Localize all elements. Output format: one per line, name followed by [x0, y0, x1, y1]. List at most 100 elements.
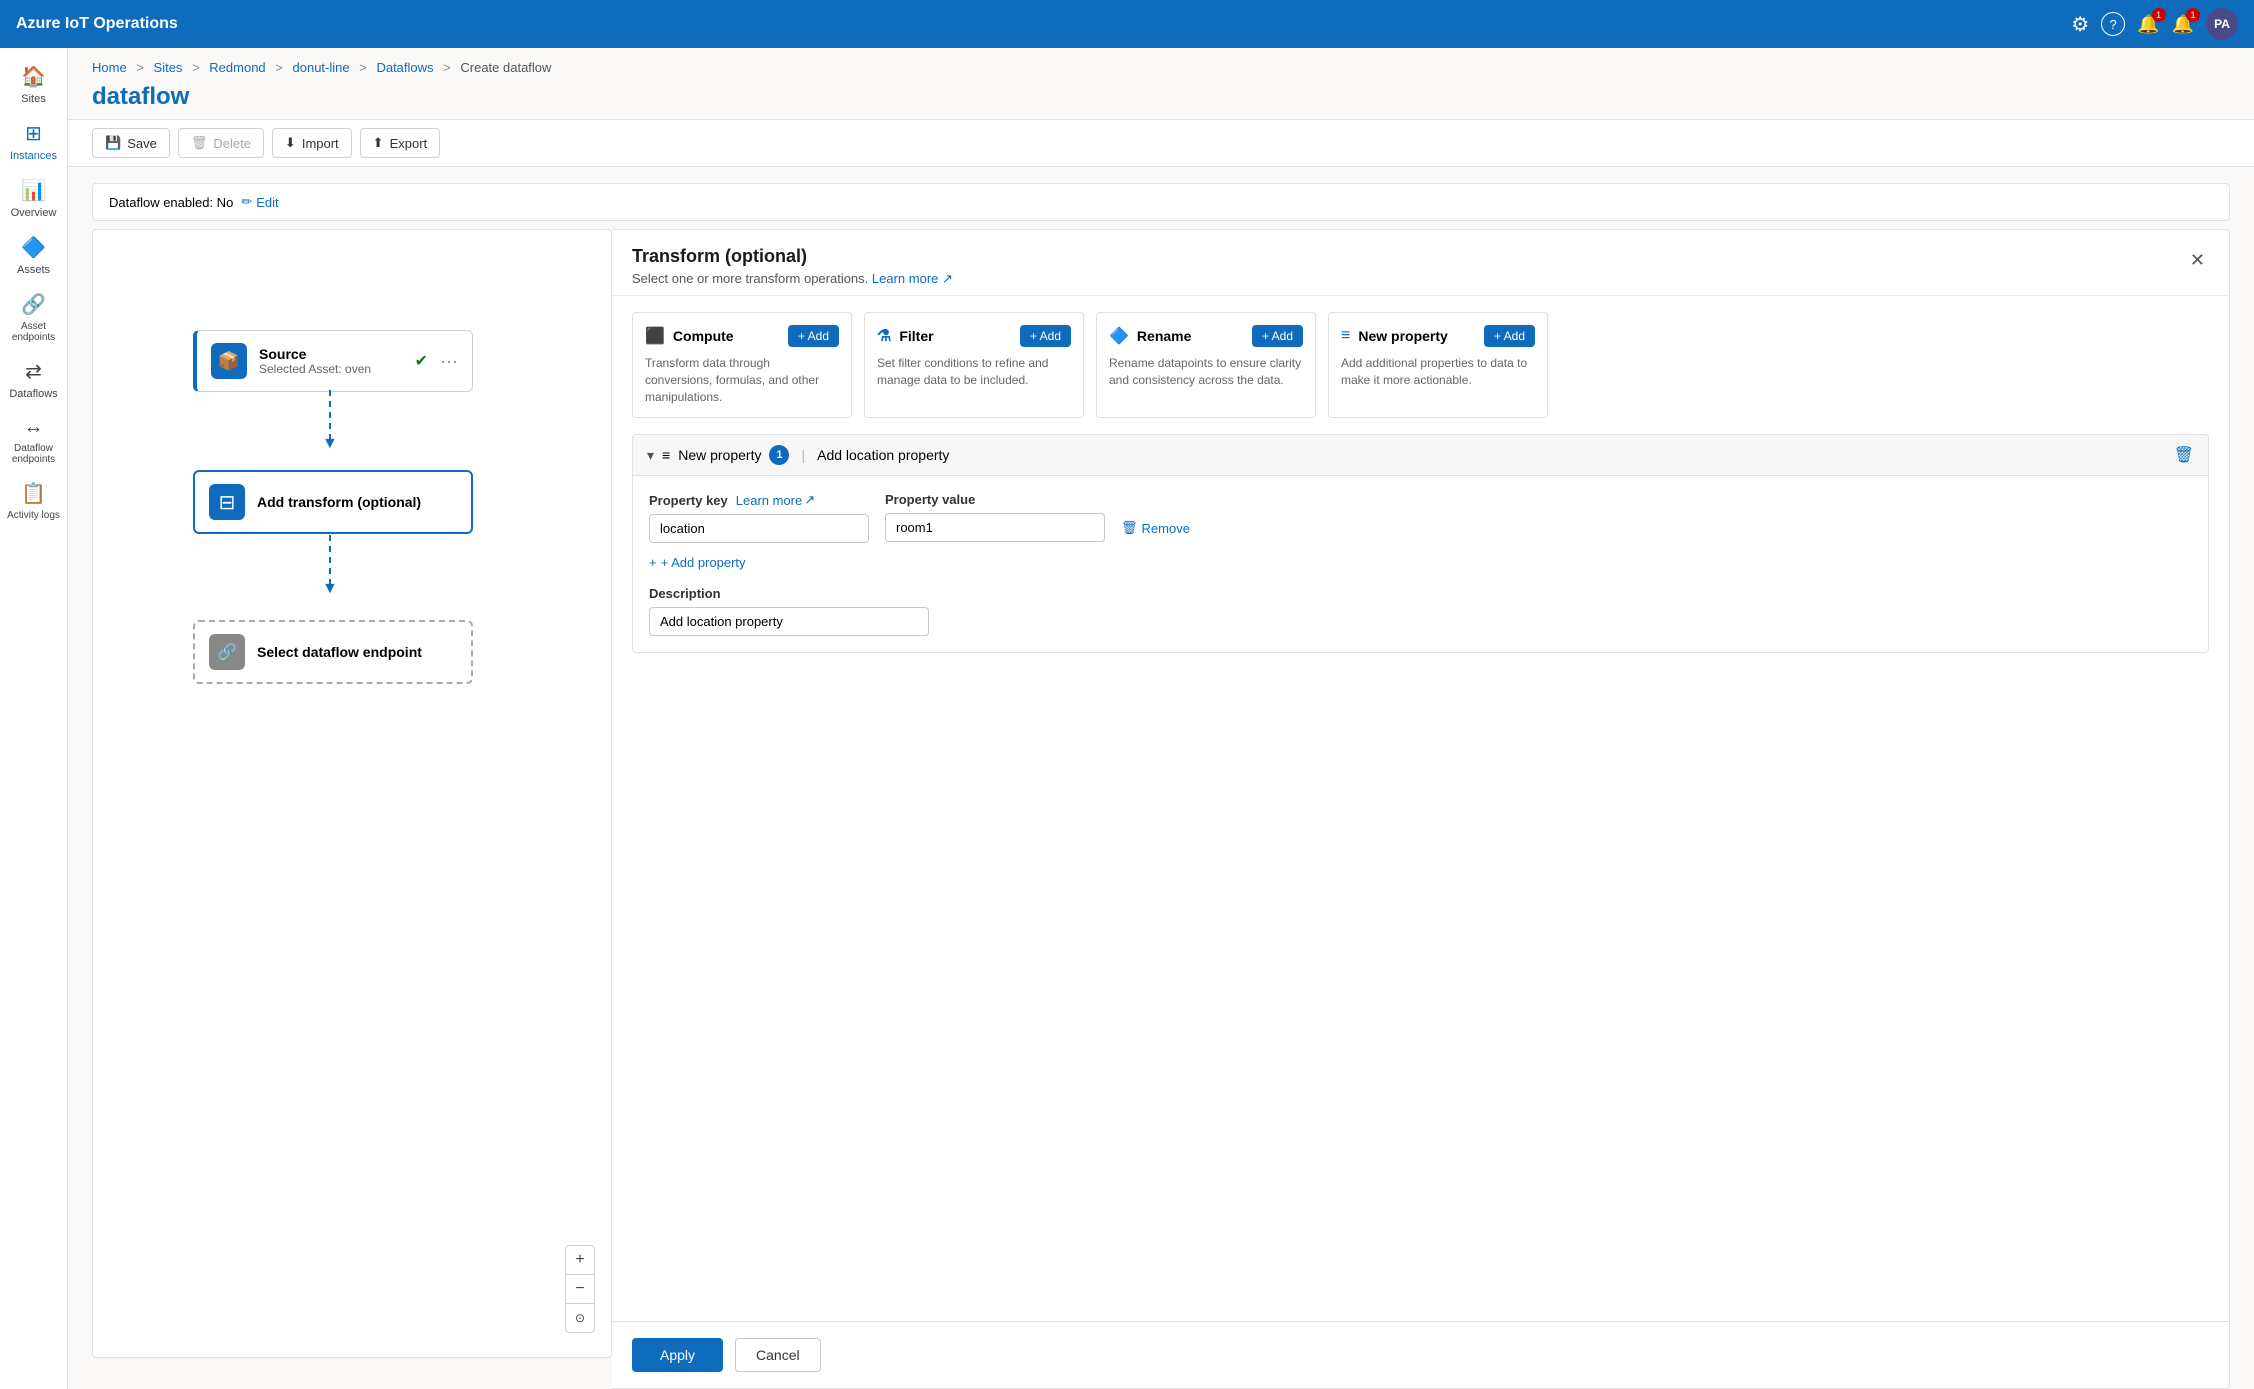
sidebar-item-activity-logs[interactable]: 📋 Activity logs [0, 473, 67, 529]
notifications-icon[interactable]: 🔔 1 [2137, 14, 2159, 35]
source-node[interactable]: 📦 Source Selected Asset: oven ✔ ··· [193, 330, 473, 392]
property-key-input[interactable] [649, 514, 869, 543]
new-property-card: ≡ New property + Add Add additional prop… [1328, 312, 1548, 418]
source-node-menu[interactable]: ··· [440, 351, 458, 372]
transform-node-icon: ⊟ [209, 484, 245, 520]
panel-subtitle: Select one or more transform operations.… [632, 271, 953, 287]
breadcrumb-redmond[interactable]: Redmond [209, 60, 265, 75]
rename-card: 🔷 Rename + Add Rename datapoints to ensu… [1096, 312, 1316, 418]
new-property-icon: ≡ [1341, 327, 1350, 345]
source-node-icon: 📦 [211, 343, 247, 379]
sidebar-item-dataflow-endpoints[interactable]: ↔ Dataflow endpoints [0, 408, 67, 473]
breadcrumb-donut-line[interactable]: donut-line [293, 60, 350, 75]
section-delete-button[interactable]: 🗑 [2174, 445, 2194, 465]
transform-node-title: Add transform (optional) [257, 494, 457, 510]
breadcrumb-sites[interactable]: Sites [154, 60, 183, 75]
apply-button[interactable]: Apply [632, 1338, 723, 1372]
endpoint-node-title: Select dataflow endpoint [257, 644, 457, 660]
export-icon: ⬆ [373, 135, 384, 151]
panel-body: ⬛ Compute + Add Transform data through c… [612, 296, 2229, 1321]
filter-desc: Set filter conditions to refine and mana… [877, 355, 1071, 389]
edit-link[interactable]: ✏ Edit [241, 194, 278, 210]
new-property-card-title: New property [1358, 328, 1447, 344]
alert-badge: 1 [2186, 8, 2200, 22]
sidebar-item-assets[interactable]: 🔷 Assets [0, 227, 67, 284]
sidebar-item-dataflows[interactable]: ⇄ Dataflows [0, 351, 67, 408]
transform-node-info: Add transform (optional) [257, 494, 457, 510]
rename-desc: Rename datapoints to ensure clarity and … [1109, 355, 1303, 389]
main-content: Home > Sites > Redmond > donut-line > Da… [68, 48, 2254, 1389]
transform-cards: ⬛ Compute + Add Transform data through c… [632, 312, 2209, 418]
description-input[interactable] [649, 607, 929, 636]
sidebar-item-asset-endpoints[interactable]: 🔗 Asset endpoints [0, 284, 67, 351]
overview-icon: 📊 [21, 178, 46, 203]
add-location-label: Add location property [817, 447, 949, 463]
breadcrumb-home[interactable]: Home [92, 60, 127, 75]
breadcrumb-dataflows[interactable]: Dataflows [376, 60, 433, 75]
save-button[interactable]: 💾 Save [92, 128, 170, 158]
property-value-field: Property value [885, 492, 1105, 542]
sidebar-item-label: Sites [21, 93, 45, 105]
dataflow-enabled-text: Dataflow enabled: No [109, 195, 233, 210]
delete-label: Delete [213, 136, 251, 151]
compute-icon: ⬛ [645, 326, 665, 346]
zoom-out-button[interactable]: − [566, 1275, 594, 1303]
arrow-2: ▼ [322, 580, 338, 598]
canvas-area: 📦 Source Selected Asset: oven ✔ ··· ▼ ⊟ … [68, 229, 2254, 1389]
panel-close-button[interactable]: ✕ [2186, 246, 2209, 275]
save-icon: 💾 [105, 135, 121, 151]
sidebar-item-instances[interactable]: ⊞ Instances [0, 113, 67, 170]
remove-button[interactable]: 🗑 Remove [1121, 520, 1190, 536]
collapse-button[interactable]: ▾ [647, 447, 654, 464]
connector-2 [329, 535, 331, 585]
compute-add-button[interactable]: + Add [788, 325, 839, 347]
transform-panel: Transform (optional) Select one or more … [612, 229, 2230, 1389]
add-property-link[interactable]: + + Add property [649, 555, 2192, 570]
learn-more-text: Learn more [736, 493, 802, 508]
top-nav: Azure IoT Operations ⚙ ? 🔔 1 🔔 1 PA [0, 0, 2254, 48]
filter-add-button[interactable]: + Add [1020, 325, 1071, 347]
alerts-icon[interactable]: 🔔 1 [2172, 14, 2194, 35]
description-label: Description [649, 586, 2192, 601]
user-avatar[interactable]: PA [2206, 8, 2238, 40]
rename-add-button[interactable]: + Add [1252, 325, 1303, 347]
property-learn-more[interactable]: Learn more ↗ [736, 492, 815, 508]
settings-icon[interactable]: ⚙ [2071, 12, 2089, 37]
remove-icon: 🗑 [1121, 520, 1138, 536]
delete-button[interactable]: 🗑 Delete [178, 128, 264, 158]
cancel-button[interactable]: Cancel [735, 1338, 821, 1372]
rename-icon: 🔷 [1109, 326, 1129, 346]
new-property-add-button[interactable]: + Add [1484, 325, 1535, 347]
source-node-check: ✔ [415, 351, 428, 371]
connector-1 [329, 390, 331, 440]
endpoint-node[interactable]: 🔗 Select dataflow endpoint [193, 620, 473, 684]
zoom-in-button[interactable]: + [566, 1246, 594, 1274]
endpoint-node-info: Select dataflow endpoint [257, 644, 457, 660]
apply-label: Apply [660, 1347, 695, 1363]
remove-label: Remove [1142, 521, 1190, 536]
source-node-info: Source Selected Asset: oven [259, 346, 403, 376]
filter-title: Filter [899, 328, 933, 344]
edit-label: Edit [256, 195, 278, 210]
sidebar-item-sites[interactable]: 🏠 Sites [0, 56, 67, 113]
transform-node[interactable]: ⊟ Add transform (optional) [193, 470, 473, 534]
panel-header: Transform (optional) Select one or more … [612, 230, 2229, 296]
zoom-reset-button[interactable]: ⊙ [566, 1304, 594, 1332]
export-button[interactable]: ⬆ Export [360, 128, 440, 158]
import-icon: ⬇ [285, 135, 296, 151]
property-value-input[interactable] [885, 513, 1105, 542]
breadcrumb: Home > Sites > Redmond > donut-line > Da… [68, 48, 2254, 79]
sidebar-item-overview[interactable]: 📊 Overview [0, 170, 67, 227]
help-icon[interactable]: ? [2101, 12, 2125, 36]
panel-subtitle-text: Select one or more transform operations. [632, 271, 868, 286]
learn-more-icon: ↗ [804, 492, 815, 508]
edit-icon: ✏ [241, 194, 252, 210]
new-property-body: Property key Learn more ↗ [633, 476, 2208, 652]
source-node-title: Source [259, 346, 403, 362]
sidebar-item-label: Overview [11, 207, 57, 219]
add-property-label: + Add property [661, 555, 746, 570]
source-node-sub: Selected Asset: oven [259, 362, 403, 376]
arrow-1: ▼ [322, 435, 338, 453]
panel-learn-more[interactable]: Learn more ↗ [872, 271, 953, 286]
import-button[interactable]: ⬇ Import [272, 128, 352, 158]
